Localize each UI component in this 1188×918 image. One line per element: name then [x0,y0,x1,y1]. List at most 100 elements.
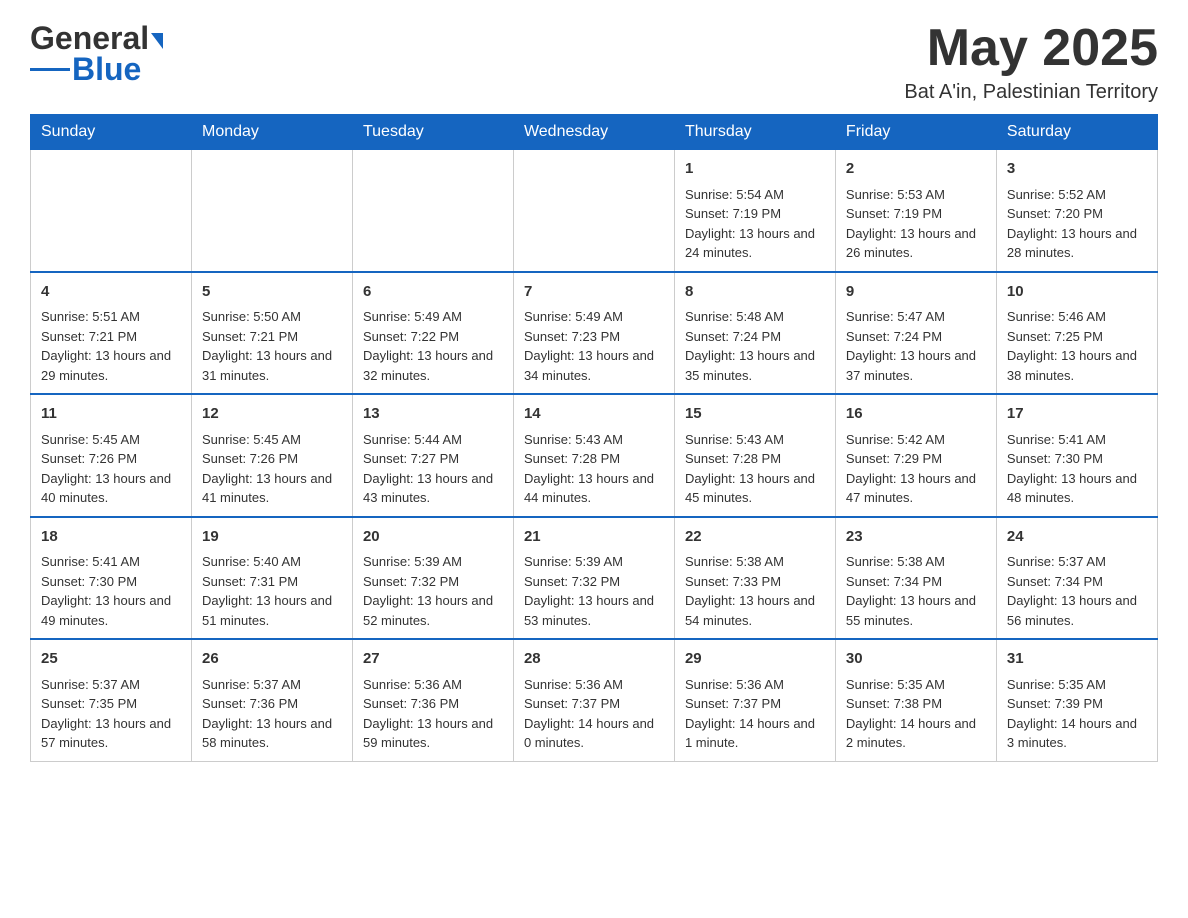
day-info: Sunrise: 5:36 AMSunset: 7:37 PMDaylight:… [685,675,825,753]
day-info: Sunrise: 5:50 AMSunset: 7:21 PMDaylight:… [202,307,342,385]
week-row-1: 1 Sunrise: 5:54 AMSunset: 7:19 PMDaylight… [31,150,1158,272]
calendar-cell: 28 Sunrise: 5:36 AMSunset: 7:37 PMDayligh… [513,639,674,761]
day-number: 17 [1007,403,1147,426]
col-monday: Monday [191,115,352,150]
day-number: 28 [524,648,664,671]
day-number: 5 [202,281,342,304]
calendar-cell [31,150,192,272]
calendar-cell: 17 Sunrise: 5:41 AMSunset: 7:30 PMDayligh… [996,394,1157,517]
calendar-cell: 18 Sunrise: 5:41 AMSunset: 7:30 PMDayligh… [31,517,192,640]
day-number: 6 [363,281,503,304]
day-number: 16 [846,403,986,426]
calendar-cell: 11 Sunrise: 5:45 AMSunset: 7:26 PMDayligh… [31,394,192,517]
day-info: Sunrise: 5:45 AMSunset: 7:26 PMDaylight:… [202,430,342,508]
logo-blue: Blue [72,53,141,85]
calendar-table: Sunday Monday Tuesday Wednesday Thursday… [30,114,1158,762]
col-wednesday: Wednesday [513,115,674,150]
day-number: 18 [41,526,181,549]
day-number: 9 [846,281,986,304]
day-info: Sunrise: 5:39 AMSunset: 7:32 PMDaylight:… [524,552,664,630]
day-info: Sunrise: 5:49 AMSunset: 7:23 PMDaylight:… [524,307,664,385]
day-info: Sunrise: 5:36 AMSunset: 7:37 PMDaylight:… [524,675,664,753]
day-number: 22 [685,526,825,549]
day-number: 21 [524,526,664,549]
day-number: 3 [1007,158,1147,181]
calendar-cell: 20Sunrise: 5:39 AMSunset: 7:32 PMDayligh… [352,517,513,640]
col-saturday: Saturday [996,115,1157,150]
month-year-heading: May 2025 [904,20,1158,77]
day-number: 24 [1007,526,1147,549]
calendar-cell [191,150,352,272]
day-number: 26 [202,648,342,671]
calendar-cell: 21 Sunrise: 5:39 AMSunset: 7:32 PMDayligh… [513,517,674,640]
day-info: Sunrise: 5:52 AMSunset: 7:20 PMDaylight:… [1007,185,1147,263]
day-number: 23 [846,526,986,549]
day-info: Sunrise: 5:41 AMSunset: 7:30 PMDaylight:… [1007,430,1147,508]
day-info: Sunrise: 5:54 AMSunset: 7:19 PMDaylight:… [685,185,825,263]
day-info: Sunrise: 5:51 AMSunset: 7:21 PMDaylight:… [41,307,181,385]
location-text: Bat A'in, Palestinian Territory [904,81,1158,104]
day-info: Sunrise: 5:48 AMSunset: 7:24 PMDaylight:… [685,307,825,385]
day-info: Sunrise: 5:38 AMSunset: 7:34 PMDaylight:… [846,552,986,630]
day-info: Sunrise: 5:36 AMSunset: 7:36 PMDaylight:… [363,675,503,753]
calendar-cell: 2 Sunrise: 5:53 AMSunset: 7:19 PMDaylight… [835,150,996,272]
day-number: 19 [202,526,342,549]
day-info: Sunrise: 5:37 AMSunset: 7:34 PMDaylight:… [1007,552,1147,630]
calendar-cell: 7 Sunrise: 5:49 AMSunset: 7:23 PMDaylight… [513,272,674,395]
col-friday: Friday [835,115,996,150]
calendar-cell: 6 Sunrise: 5:49 AMSunset: 7:22 PMDaylight… [352,272,513,395]
day-number: 7 [524,281,664,304]
day-number: 13 [363,403,503,426]
day-number: 8 [685,281,825,304]
day-number: 29 [685,648,825,671]
day-number: 2 [846,158,986,181]
calendar-cell: 29 Sunrise: 5:36 AMSunset: 7:37 PMDayligh… [674,639,835,761]
calendar-cell: 27 Sunrise: 5:36 AMSunset: 7:36 PMDayligh… [352,639,513,761]
calendar-cell: 15 Sunrise: 5:43 AMSunset: 7:28 PMDayligh… [674,394,835,517]
col-sunday: Sunday [31,115,192,150]
day-info: Sunrise: 5:38 AMSunset: 7:33 PMDaylight:… [685,552,825,630]
calendar-cell: 16Sunrise: 5:42 AMSunset: 7:29 PMDayligh… [835,394,996,517]
logo-underline [30,68,70,71]
calendar-cell [513,150,674,272]
day-info: Sunrise: 5:53 AMSunset: 7:19 PMDaylight:… [846,185,986,263]
week-row-3: 11 Sunrise: 5:45 AMSunset: 7:26 PMDayligh… [31,394,1158,517]
week-row-5: 25Sunrise: 5:37 AMSunset: 7:35 PMDayligh… [31,639,1158,761]
col-tuesday: Tuesday [352,115,513,150]
day-number: 20 [363,526,503,549]
day-info: Sunrise: 5:41 AMSunset: 7:30 PMDaylight:… [41,552,181,630]
day-number: 27 [363,648,503,671]
day-info: Sunrise: 5:37 AMSunset: 7:36 PMDaylight:… [202,675,342,753]
day-number: 11 [41,403,181,426]
day-number: 15 [685,403,825,426]
calendar-cell: 19Sunrise: 5:40 AMSunset: 7:31 PMDayligh… [191,517,352,640]
calendar-cell: 14Sunrise: 5:43 AMSunset: 7:28 PMDayligh… [513,394,674,517]
calendar-cell: 5 Sunrise: 5:50 AMSunset: 7:21 PMDaylight… [191,272,352,395]
day-info: Sunrise: 5:45 AMSunset: 7:26 PMDaylight:… [41,430,181,508]
day-number: 10 [1007,281,1147,304]
calendar-cell: 24 Sunrise: 5:37 AMSunset: 7:34 PMDayligh… [996,517,1157,640]
day-info: Sunrise: 5:43 AMSunset: 7:28 PMDaylight:… [685,430,825,508]
day-number: 14 [524,403,664,426]
page-header: General Blue May 2025 Bat A'in, Palestin… [30,20,1158,104]
day-number: 25 [41,648,181,671]
logo-triangle-icon [151,33,163,49]
day-info: Sunrise: 5:47 AMSunset: 7:24 PMDaylight:… [846,307,986,385]
calendar-cell: 30Sunrise: 5:35 AMSunset: 7:38 PMDayligh… [835,639,996,761]
calendar-cell: 22 Sunrise: 5:38 AMSunset: 7:33 PMDayligh… [674,517,835,640]
day-number: 4 [41,281,181,304]
day-info: Sunrise: 5:49 AMSunset: 7:22 PMDaylight:… [363,307,503,385]
calendar-cell: 8 Sunrise: 5:48 AMSunset: 7:24 PMDaylight… [674,272,835,395]
week-row-4: 18 Sunrise: 5:41 AMSunset: 7:30 PMDayligh… [31,517,1158,640]
day-number: 30 [846,648,986,671]
calendar-cell: 10Sunrise: 5:46 AMSunset: 7:25 PMDayligh… [996,272,1157,395]
calendar-cell: 4 Sunrise: 5:51 AMSunset: 7:21 PMDaylight… [31,272,192,395]
calendar-cell: 9 Sunrise: 5:47 AMSunset: 7:24 PMDaylight… [835,272,996,395]
col-thursday: Thursday [674,115,835,150]
calendar-cell: 13Sunrise: 5:44 AMSunset: 7:27 PMDayligh… [352,394,513,517]
calendar-cell: 25Sunrise: 5:37 AMSunset: 7:35 PMDayligh… [31,639,192,761]
calendar-cell: 12Sunrise: 5:45 AMSunset: 7:26 PMDayligh… [191,394,352,517]
calendar-cell: 1 Sunrise: 5:54 AMSunset: 7:19 PMDaylight… [674,150,835,272]
logo: General Blue [30,20,163,85]
day-number: 1 [685,158,825,181]
